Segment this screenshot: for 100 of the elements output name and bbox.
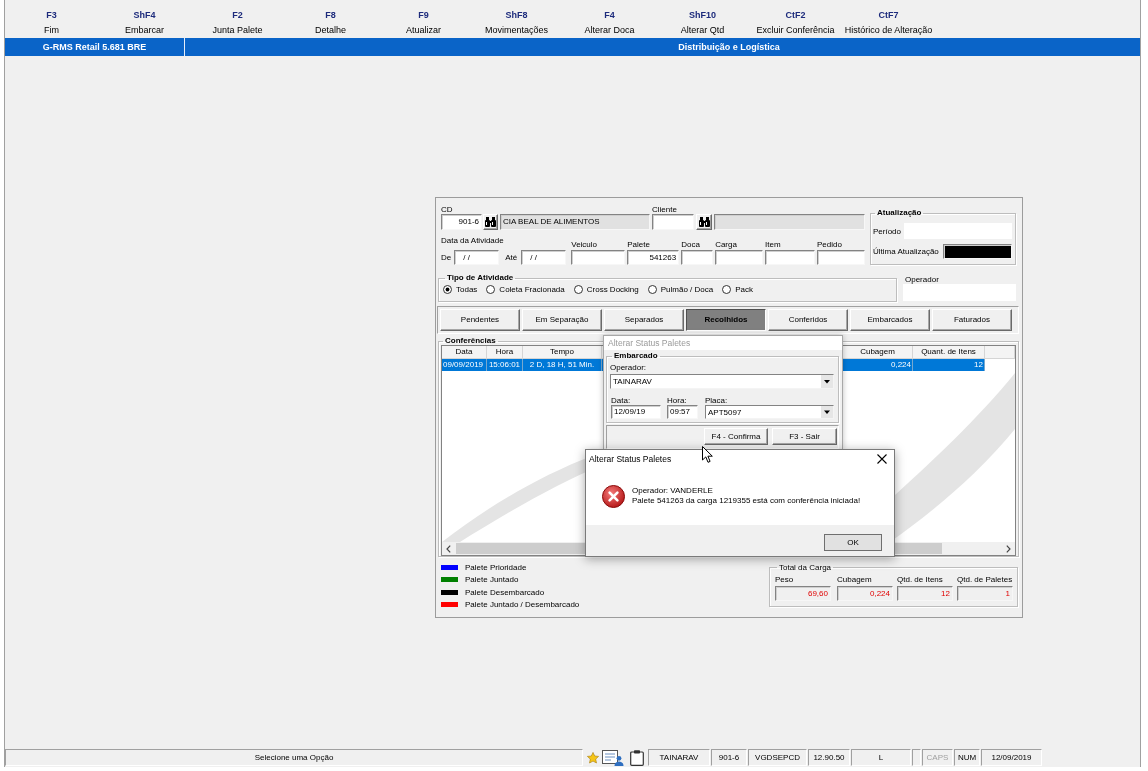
status-field: L: [851, 749, 911, 766]
field-label: Veiculo: [571, 240, 599, 249]
dropdown-field[interactable]: TAINARAV: [610, 374, 834, 389]
function-key-button[interactable]: F2 Junta Palete: [191, 10, 284, 38]
readonly-field: CIA BEAL DE ALIMENTOS: [500, 214, 650, 230]
input-field[interactable]: 12/09/19: [611, 405, 661, 419]
input-field[interactable]: [571, 250, 626, 265]
chevron-right-icon[interactable]: [1006, 544, 1011, 553]
function-key-button[interactable]: CtF7 Histórico de Alteração: [842, 10, 935, 38]
group-title: Embarcado: [613, 351, 659, 361]
input-field[interactable]: 901-6: [441, 214, 482, 230]
document-user-icon[interactable]: [602, 749, 624, 766]
function-key-button[interactable]: F9 Atualizar: [377, 10, 470, 38]
field-label: Placa:: [705, 396, 729, 405]
function-key-button[interactable]: ShF4 Embarcar: [98, 10, 191, 38]
status-date: 12/09/2019: [981, 749, 1042, 766]
input-field[interactable]: [652, 214, 694, 230]
ok-button[interactable]: OK: [824, 534, 882, 551]
field-label: Data:: [611, 396, 632, 405]
field-label: Operador:: [610, 363, 648, 372]
function-key-button[interactable]: CtF2 Excluir Conferência: [749, 10, 842, 38]
key-indicator: CAPS: [922, 749, 953, 766]
radio-option[interactable]: Todas: [443, 285, 478, 294]
tab[interactable]: Em Separação: [522, 309, 602, 331]
table-header-cell: Tempo: [523, 346, 602, 359]
tab[interactable]: Embarcados: [850, 309, 930, 331]
lookup-button[interactable]: [696, 214, 712, 230]
field-label: Até: [505, 253, 518, 262]
tab[interactable]: Separados: [604, 309, 684, 331]
app-title: G-RMS Retail 5.681 BRE: [42, 42, 147, 52]
readonly-field: 0,224: [837, 586, 893, 601]
group-title: Conferências: [444, 337, 497, 345]
field-label: Cliente: [652, 205, 678, 214]
field-label: Carga: [715, 240, 738, 249]
radio-option[interactable]: Coleta Fracionada: [486, 285, 565, 294]
input-field[interactable]: / /: [454, 250, 500, 265]
input-field[interactable]: 541263: [627, 250, 680, 265]
field-label: Hora:: [667, 396, 688, 405]
group-title: Total da Carga: [778, 563, 833, 572]
table-cell: 15:06:01: [487, 359, 523, 371]
field-label: Período: [873, 226, 902, 236]
table-cell: 09/09/2019: [442, 359, 487, 371]
field-label: Item: [765, 240, 782, 249]
tab[interactable]: Faturados: [932, 309, 1012, 331]
function-key-button[interactable]: F3 Fim: [5, 10, 98, 38]
chevron-left-icon[interactable]: [446, 544, 451, 553]
tab[interactable]: Recolhidos: [686, 309, 766, 331]
table-header-cell: Cubagem: [843, 346, 913, 359]
message-text: Palete 541263 da carga 1219355 está com conferência iniciada!: [632, 496, 861, 506]
message-text: Operador: VANDERLE: [632, 486, 714, 496]
close-icon[interactable]: [877, 453, 887, 464]
legend-label: Palete Juntado / Desembarcado: [465, 600, 580, 610]
error-icon: [602, 484, 625, 508]
field-label: Qtd. de Paletes: [957, 575, 1014, 584]
module-title: Distribuição e Logística: [678, 42, 780, 52]
table-header-cell: Data: [442, 346, 487, 359]
legend-label: Palete Juntado: [465, 575, 519, 585]
field-label: De: [441, 253, 452, 262]
tab[interactable]: Conferidos: [768, 309, 848, 331]
star-icon[interactable]: [587, 751, 599, 764]
confirm-button[interactable]: F4 - Confirma: [704, 428, 768, 445]
binoculars-icon: [485, 217, 496, 227]
field-label: Operador: [904, 275, 940, 284]
field-label: CD: [441, 205, 454, 214]
field-label: Última Atualização: [873, 247, 939, 256]
function-key-button[interactable]: ShF8 Movimentações: [470, 10, 563, 38]
input-field[interactable]: / /: [521, 250, 567, 265]
radio-option[interactable]: Pack: [722, 285, 753, 294]
group-title: Tipo de Atividade: [446, 273, 515, 283]
status-field: 901-6: [711, 749, 747, 766]
group-title: Atualização: [876, 208, 923, 218]
radio-option[interactable]: Pulmão / Doca: [647, 285, 714, 294]
input-field[interactable]: [817, 250, 865, 265]
radio-option[interactable]: Cross Docking: [573, 285, 639, 294]
field-label: Peso: [775, 575, 795, 584]
lookup-button[interactable]: [483, 214, 498, 230]
field-label: Data da Atividade: [441, 236, 505, 245]
status-message: Selecione uma Opção: [5, 749, 583, 766]
dropdown-field[interactable]: APT5097: [705, 405, 834, 419]
field-label: Palete: [627, 240, 651, 249]
readonly-field: 12: [897, 586, 953, 601]
input-field[interactable]: [681, 250, 714, 265]
function-key-button[interactable]: ShF10 Alterar Qtd: [656, 10, 749, 38]
legend-label: Palete Desembarcado: [465, 587, 545, 597]
table-header-cell: Hora: [487, 346, 523, 359]
function-key-button[interactable]: F4 Alterar Doca: [563, 10, 656, 38]
dialog-title: Alterar Status Paletes: [608, 338, 691, 348]
field-label: Doca: [681, 240, 701, 249]
clipboard-icon[interactable]: [630, 749, 644, 766]
input-field[interactable]: [765, 250, 816, 265]
table-header-cell: Quant. de Itens: [913, 346, 985, 359]
input-field[interactable]: [715, 250, 764, 265]
input-field[interactable]: 09:57: [667, 405, 698, 419]
exit-button[interactable]: F3 - Sair: [772, 428, 837, 445]
input-field[interactable]: [943, 244, 1012, 259]
readonly-field: 69,60: [775, 586, 831, 601]
binoculars-icon: [698, 217, 710, 227]
tab[interactable]: Pendentes: [440, 309, 520, 331]
status-field: TAINARAV: [648, 749, 710, 766]
function-key-button[interactable]: F8 Detalhe: [284, 10, 377, 38]
